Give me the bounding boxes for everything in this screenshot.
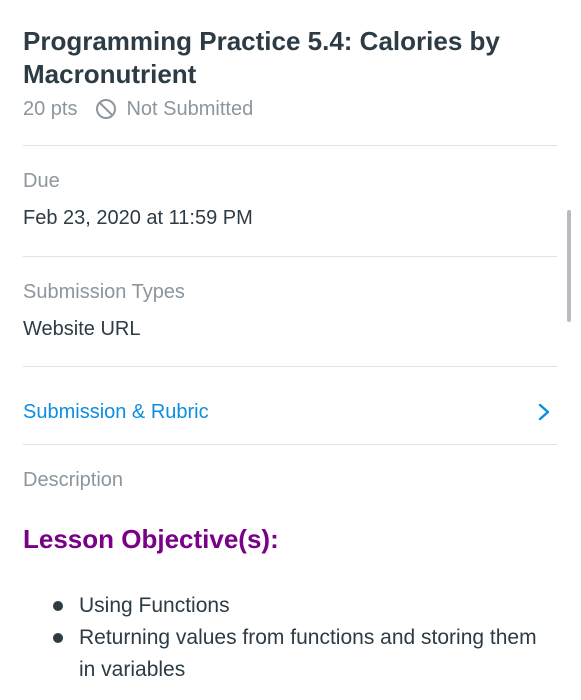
submission-status: Not Submitted bbox=[126, 97, 254, 120]
due-date: Feb 23, 2020 at 11:59 PM bbox=[23, 207, 253, 229]
due-label: Due bbox=[23, 170, 60, 192]
submission-types-label: Submission Types bbox=[23, 281, 185, 303]
assignment-title: Programming Practice 5.4: Calories by Ma… bbox=[23, 26, 500, 89]
divider bbox=[23, 444, 557, 445]
submission-types-value: Website URL bbox=[23, 318, 141, 340]
bullet-icon bbox=[53, 633, 63, 643]
list-item: Returning values from functions and stor… bbox=[53, 622, 553, 686]
assignment-meta: 20 pts Not Submitted bbox=[23, 95, 253, 123]
objective-text: Returning values from functions and stor… bbox=[79, 626, 537, 681]
ban-icon bbox=[96, 99, 117, 119]
description-label: Description bbox=[23, 469, 124, 491]
list-item: Using Functions bbox=[53, 590, 553, 622]
divider bbox=[23, 256, 557, 257]
submission-rubric-link[interactable]: Submission & Rubric bbox=[23, 386, 557, 438]
divider bbox=[23, 145, 557, 146]
lesson-objectives-heading: Lesson Objective(s): bbox=[23, 524, 279, 554]
submission-rubric-label: Submission & Rubric bbox=[23, 400, 209, 423]
chevron-right-icon bbox=[538, 403, 550, 421]
points-label: 20 pts bbox=[23, 97, 78, 120]
divider bbox=[23, 366, 557, 367]
objective-text: Using Functions bbox=[79, 594, 230, 617]
objectives-list: Using Functions Returning values from fu… bbox=[53, 590, 553, 686]
bullet-icon bbox=[53, 601, 63, 611]
scrollbar[interactable] bbox=[567, 210, 571, 322]
